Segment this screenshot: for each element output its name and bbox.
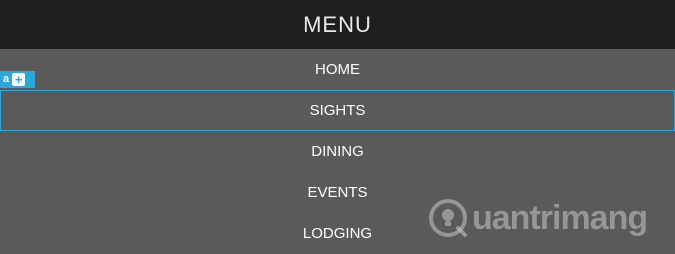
menu-item-label: SIGHTS (309, 102, 366, 119)
watermark: uantrimang (428, 193, 648, 243)
watermark-text: uantrimang (472, 198, 648, 237)
menu-title: MENU (303, 11, 372, 37)
menu-item-label: EVENTS (307, 184, 368, 201)
add-element-button[interactable]: + (12, 73, 26, 86)
menu-item-sights[interactable]: SIGHTS (0, 90, 675, 131)
element-tag-label: a (3, 73, 10, 85)
menu-item-label: LODGING (302, 225, 373, 242)
element-editor-badge[interactable]: a + (0, 71, 35, 88)
menu-header: MENU (0, 0, 675, 49)
menu-item-label: DINING (311, 143, 364, 160)
menu-item-dining[interactable]: DINING (0, 131, 675, 172)
menu-item-label: HOME (315, 61, 360, 78)
lightbulb-q-logo-icon (429, 199, 467, 237)
menu-item-home[interactable]: HOME (0, 49, 675, 90)
